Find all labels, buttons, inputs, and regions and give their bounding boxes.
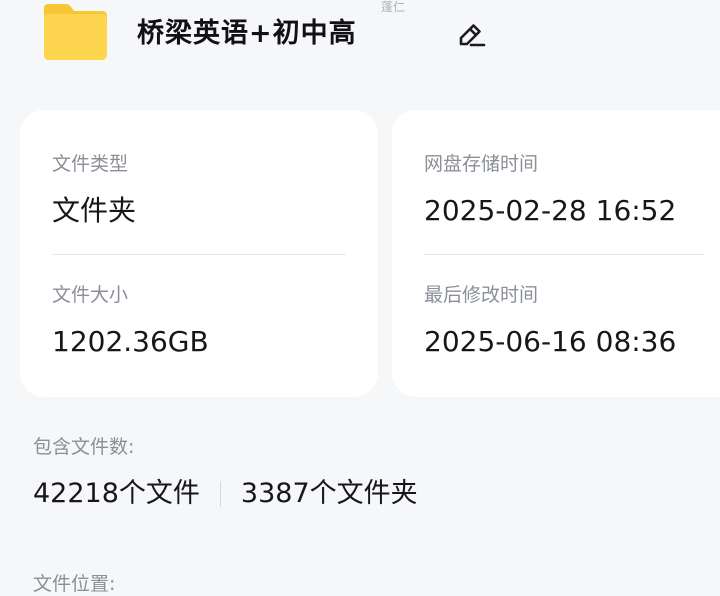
details-card-right: 网盘存储时间 2025-02-28 16:52 最后修改时间 2025-06-1… (392, 110, 720, 397)
contains-files-label: 包含文件数: (33, 436, 135, 458)
edit-pencil-icon[interactable] (456, 20, 486, 50)
divider (52, 254, 346, 255)
storage-time-value: 2025-02-28 16:52 (424, 194, 677, 227)
modified-time-value: 2025-06-16 08:36 (424, 325, 677, 358)
title-ghost-text: 蓬仁 (381, 0, 406, 14)
count-separator (219, 481, 221, 507)
modified-time-label: 最后修改时间 (424, 284, 539, 306)
folders-count: 3387个文件夹 (240, 478, 418, 509)
files-count: 42218个文件 (33, 478, 200, 509)
folder-title: 桥梁英语+初中高 (137, 18, 357, 49)
file-count-row: 42218个文件 3387个文件夹 (33, 476, 418, 512)
file-location-label: 文件位置: (33, 573, 116, 595)
file-type-value: 文件夹 (52, 194, 137, 227)
file-size-value: 1202.36GB (52, 325, 209, 358)
storage-time-label: 网盘存储时间 (424, 153, 539, 175)
file-size-label: 文件大小 (52, 284, 129, 306)
divider (424, 254, 704, 255)
details-card-left: 文件类型 文件夹 文件大小 1202.36GB (20, 110, 378, 397)
folder-icon (40, 2, 110, 60)
header: 桥梁英语+初中高 蓬仁 (0, 0, 720, 80)
file-type-label: 文件类型 (52, 153, 129, 175)
